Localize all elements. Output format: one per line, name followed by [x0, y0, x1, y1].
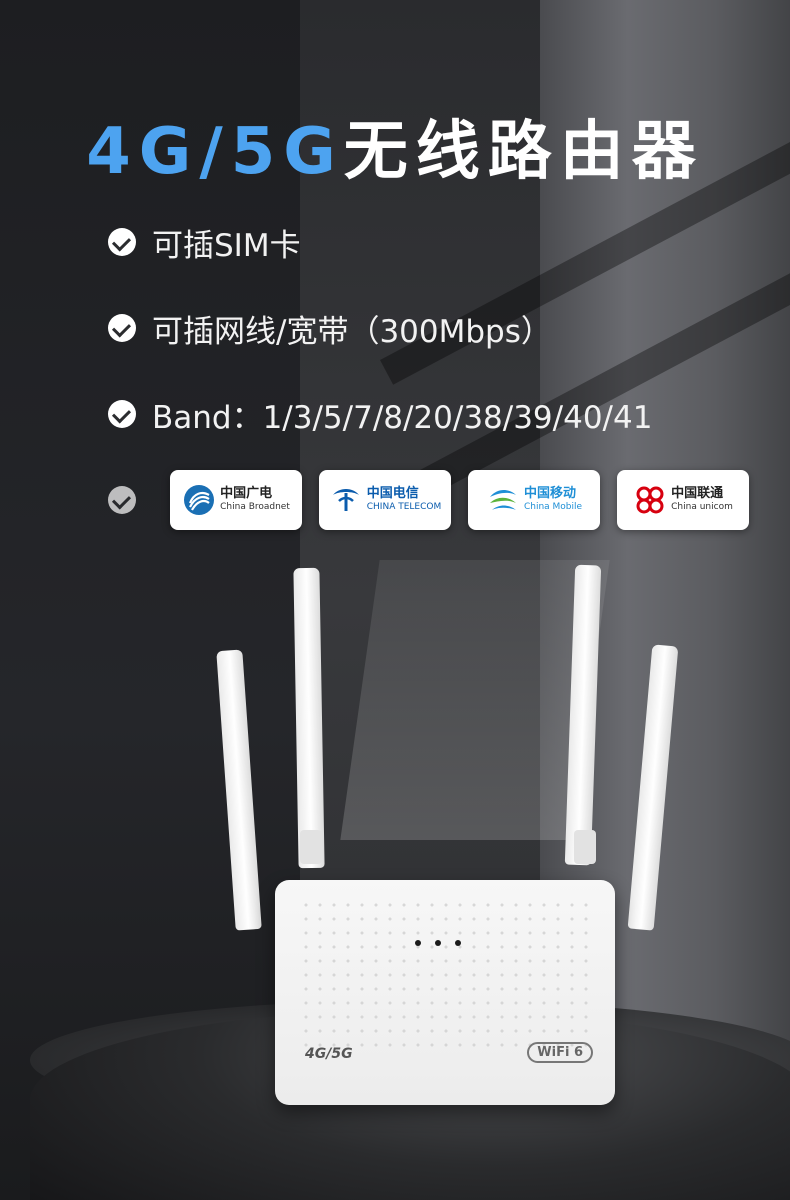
check-circle-icon: [108, 314, 136, 342]
carrier-name-en: China unicom: [671, 502, 733, 512]
carrier-logo-row: 中国广电 China Broadnet 中国电信 CHINA TELECOM 中…: [108, 470, 766, 530]
check-circle-icon: [108, 228, 136, 256]
china-mobile-logo-icon: [489, 490, 516, 510]
router-led-indicators: [415, 940, 461, 946]
carrier-name-cn: 中国联通: [671, 486, 724, 501]
carrier-name-cn: 中国电信: [366, 486, 419, 501]
china-unicom-logo-icon: [636, 486, 664, 514]
page-title: 4G/5G无线路由器: [0, 100, 790, 192]
feature-item-band: Band：1/3/5/7/8/20/38/39/40/41: [108, 392, 652, 436]
carrier-logo-telecom: 中国电信 CHINA TELECOM: [319, 470, 451, 530]
router-4g5g-label: 4G/5G: [305, 1046, 353, 1062]
router-body: 4G/5G WiFi 6: [275, 880, 615, 1105]
antenna-inner-left: [293, 567, 325, 869]
signal-led-icon: [455, 940, 461, 946]
carrier-logo-broadnet: 中国广电 China Broadnet: [170, 470, 302, 530]
wifi-led-icon: [435, 940, 441, 946]
feature-item-sim: 可插SIM卡: [108, 220, 652, 264]
carrier-name-en: China Mobile: [523, 502, 583, 512]
feature-text: 可插SIM卡: [152, 227, 301, 264]
carrier-name-cn: 中国移动: [523, 486, 576, 501]
feature-list: 可插SIM卡 可插网线/宽带（300Mbps） Band：1/3/5/7/8/2…: [108, 220, 652, 478]
router-wifi6-badge: WiFi 6: [527, 1042, 593, 1063]
check-circle-icon: [108, 400, 136, 428]
antenna-hinge: [574, 830, 596, 864]
carrier-logo-unicom: 中国联通 China unicom: [617, 470, 749, 530]
china-broadnet-logo-icon: [184, 485, 215, 515]
china-telecom-logo-icon: [332, 489, 359, 511]
carrier-logo-mobile: 中国移动 China Mobile: [468, 470, 600, 530]
carrier-name-cn: 中国广电: [220, 486, 273, 501]
carrier-name-en: CHINA TELECOM: [366, 502, 442, 512]
feature-text: Band：1/3/5/7/8/20/38/39/40/41: [152, 399, 653, 436]
antenna-hinge: [300, 830, 322, 864]
feature-text: 可插网线/宽带（300Mbps）: [152, 313, 552, 350]
router-vent-pattern: [299, 898, 591, 1048]
power-led-icon: [415, 940, 421, 946]
title-blue-part: 4G/5G: [86, 115, 344, 189]
title-white-part: 无线路由器: [343, 115, 704, 189]
carrier-name-en: China Broadnet: [220, 502, 290, 512]
feature-item-ethernet: 可插网线/宽带（300Mbps）: [108, 306, 652, 350]
check-circle-icon: [108, 486, 136, 514]
product-banner: 4G/5G无线路由器 可插SIM卡 可插网线/宽带（300Mbps） Band：…: [0, 0, 790, 1200]
